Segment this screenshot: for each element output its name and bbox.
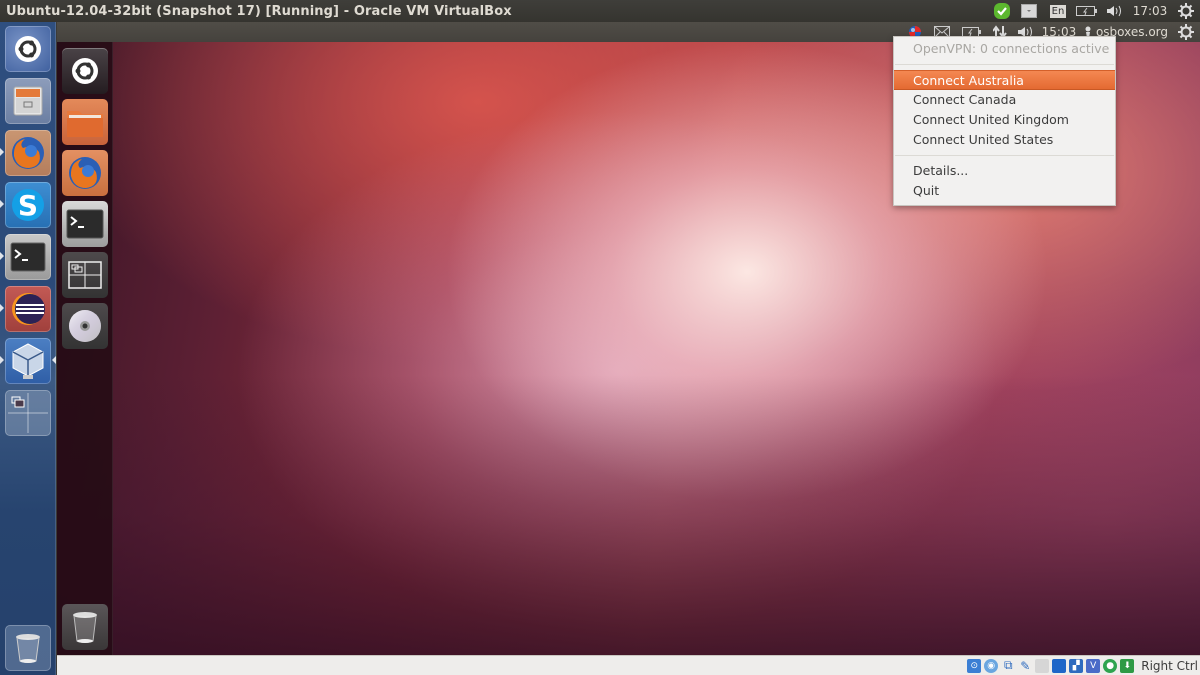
session-gear-icon[interactable] — [1172, 0, 1200, 22]
host-launcher: S — [0, 22, 56, 675]
terminal-icon — [10, 242, 46, 272]
host-launcher-virtualbox[interactable] — [5, 338, 51, 384]
menu-item-quit[interactable]: Quit — [894, 181, 1115, 201]
menu-item-connect-canada[interactable]: Connect Canada — [894, 90, 1115, 110]
svg-text:S: S — [18, 189, 38, 222]
host-launcher-eclipse[interactable] — [5, 286, 51, 332]
host-launcher-workspace-switcher[interactable] — [5, 390, 51, 436]
video-capture-icon[interactable]: ▞ — [1069, 658, 1084, 673]
host-launcher-files[interactable] — [5, 78, 51, 124]
menu-item-details[interactable]: Details... — [894, 161, 1115, 181]
workspace-switcher-icon — [8, 393, 48, 433]
skype-icon: S — [12, 189, 44, 222]
mouse-integration-icon[interactable]: ⬇ — [1120, 658, 1135, 673]
display-icon[interactable] — [1052, 658, 1067, 673]
firefox-icon — [12, 137, 44, 169]
file-cabinet-icon — [13, 86, 43, 116]
vm-session-gear-icon[interactable] — [1172, 22, 1200, 42]
indicator-icon[interactable] — [1014, 0, 1044, 22]
host-title-bar: Ubuntu-12.04-32bit (Snapshot 17) [Runnin… — [0, 0, 1200, 22]
menu-item-connect-united-kingdom[interactable]: Connect United Kingdom — [894, 110, 1115, 130]
ubuntu-logo-icon — [72, 58, 98, 84]
network-adapter-icon[interactable]: ⧉ — [1001, 658, 1015, 673]
hard-disk-icon[interactable]: ⊙ — [967, 658, 982, 673]
folder-icon — [67, 111, 103, 137]
menu-separator — [895, 155, 1114, 156]
host-clock[interactable]: 17:03 — [1128, 0, 1172, 22]
skype-status-icon[interactable] — [990, 0, 1014, 22]
host-launcher-terminal[interactable] — [5, 234, 51, 280]
host-launcher-firefox[interactable] — [5, 130, 51, 176]
vm-launcher-home-folder[interactable] — [62, 99, 108, 145]
usb-icon[interactable]: ✎ — [1018, 659, 1032, 673]
vm-launcher-optical-drive[interactable] — [62, 303, 108, 349]
virtualization-icon[interactable]: V — [1086, 658, 1101, 673]
optical-disk-icon[interactable]: ◉ — [984, 658, 999, 673]
vm-launcher-firefox[interactable] — [62, 150, 108, 196]
openvpn-status: OpenVPN: 0 connections active — [913, 41, 1110, 56]
terminal-icon — [66, 209, 104, 239]
keyboard-layout-indicator[interactable]: En — [1044, 0, 1072, 22]
host-launcher-dash-home[interactable] — [5, 26, 51, 72]
menu-separator — [895, 64, 1114, 65]
virtualbox-icon — [12, 343, 44, 379]
running-indicator — [0, 356, 4, 364]
vm-launcher-workspace-switcher[interactable] — [62, 252, 108, 298]
running-indicator — [0, 252, 4, 260]
host-launcher-skype[interactable]: S — [5, 182, 51, 228]
openvpn-menu: OpenVPN: 0 connections active Connect Au… — [893, 36, 1116, 206]
workspace-switcher-icon — [68, 261, 102, 289]
host-launcher-trash[interactable] — [5, 625, 51, 671]
vm-launcher-trash[interactable] — [62, 604, 108, 650]
vm-launcher-dash-home[interactable] — [62, 48, 108, 94]
menu-item-connect-united-states[interactable]: Connect United States — [894, 130, 1115, 150]
ubuntu-logo-icon — [15, 36, 41, 62]
battery-icon[interactable] — [1072, 0, 1102, 22]
menu-item-connect-australia[interactable]: Connect Australia — [894, 70, 1115, 90]
focused-indicator — [52, 356, 56, 364]
host-tray: En 17:03 — [990, 0, 1200, 22]
firefox-icon — [69, 157, 101, 189]
guest-additions-icon[interactable]: ● — [1103, 658, 1118, 673]
trash-icon — [73, 612, 97, 643]
eclipse-icon — [12, 293, 45, 325]
host-key-label: Right Ctrl — [1141, 658, 1198, 673]
trash-icon — [16, 634, 40, 663]
vm-launcher — [57, 42, 113, 655]
vm-launcher-terminal[interactable] — [62, 201, 108, 247]
running-indicator — [0, 200, 4, 208]
running-indicator — [0, 304, 4, 312]
shared-folders-icon[interactable] — [1035, 658, 1050, 673]
virtualbox-status-bar: ⊙ ◉ ⧉ ✎ ▞ V ● ⬇ Right Ctrl — [57, 655, 1200, 675]
running-indicator — [0, 148, 4, 156]
screen: Ubuntu-12.04-32bit (Snapshot 17) [Runnin… — [0, 0, 1200, 675]
window-title: Ubuntu-12.04-32bit (Snapshot 17) [Runnin… — [6, 3, 512, 19]
cd-disc-icon — [69, 310, 101, 342]
volume-icon[interactable] — [1102, 0, 1128, 22]
